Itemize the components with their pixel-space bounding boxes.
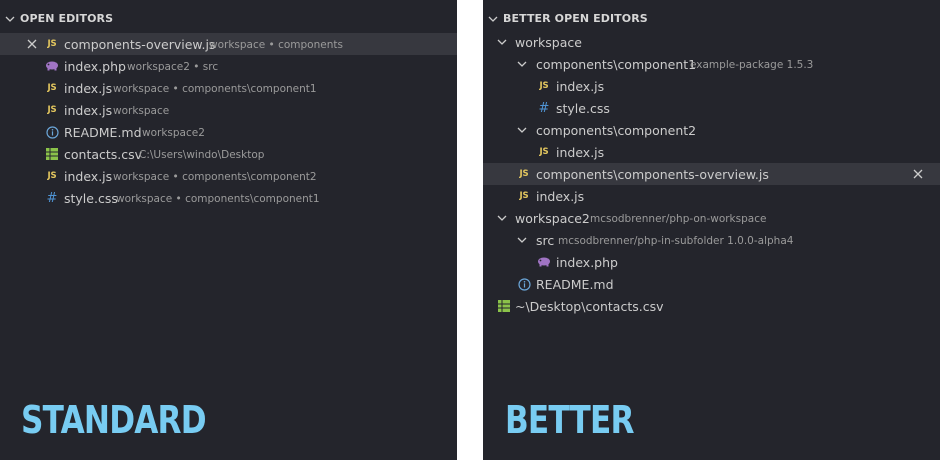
tree-item-label: components\component1	[536, 57, 697, 72]
open-editor-item[interactable]: # style.css workspace • components\compo…	[0, 187, 457, 209]
editor-name: components-overview.js	[64, 37, 216, 52]
tree-file[interactable]: JS index.js	[483, 75, 940, 97]
tree-folder-src[interactable]: src mcsodbrenner/php-in-subfolder 1.0.0-…	[483, 229, 940, 251]
chevron-down-icon[interactable]	[494, 31, 510, 53]
editor-description: C:\Users\windo\Desktop	[139, 149, 265, 161]
php-icon	[44, 55, 60, 77]
tree-folder-component1[interactable]: components\component1 example-package 1.…	[483, 53, 940, 75]
chevron-down-icon[interactable]	[2, 10, 18, 30]
tree-file[interactable]: JS index.js	[483, 141, 940, 163]
tree-item-description: mcsodbrenner/php-in-subfolder 1.0.0-alph…	[558, 235, 794, 247]
tree-item-label: index.js	[556, 145, 605, 160]
editor-name: index.js	[64, 169, 113, 184]
editor-description: workspace2 • src	[127, 61, 219, 73]
editor-name: index.js	[64, 103, 113, 118]
info-icon	[516, 273, 532, 295]
tree-item-label: ~\Desktop\contacts.csv	[515, 299, 664, 314]
tree-item-label: index.js	[556, 79, 605, 94]
better-label: BETTER	[505, 398, 634, 442]
standard-open-editors-panel: OPEN EDITORS JS components-overview.js w…	[0, 0, 457, 460]
editor-description: workspace • components	[209, 39, 343, 51]
chevron-down-icon[interactable]	[485, 10, 501, 30]
js-icon: JS	[539, 147, 549, 157]
editor-name: README.md	[64, 125, 142, 140]
tree-file[interactable]: README.md	[483, 273, 940, 295]
php-icon	[536, 251, 552, 273]
tree-item-label: style.css	[556, 101, 610, 116]
tree-file[interactable]: index.php	[483, 251, 940, 273]
js-icon: JS	[539, 81, 549, 91]
tree-item-description: example-package 1.5.3	[690, 59, 814, 71]
editor-name: contacts.csv	[64, 147, 143, 162]
tree-folder-component2[interactable]: components\component2	[483, 119, 940, 141]
js-icon: JS	[519, 191, 529, 201]
tree-file[interactable]: ~\Desktop\contacts.csv	[483, 295, 940, 317]
js-icon: JS	[519, 169, 529, 179]
open-editor-item[interactable]: JS index.js workspace • components\compo…	[0, 77, 457, 99]
open-editor-item[interactable]: README.md workspace2	[0, 121, 457, 143]
open-editor-item[interactable]: index.php workspace2 • src	[0, 55, 457, 77]
standard-label: STANDARD	[21, 398, 207, 442]
chevron-down-icon[interactable]	[514, 119, 530, 141]
css-hash-icon: #	[46, 190, 58, 206]
tree-item-label: src	[536, 233, 555, 248]
section-title: OPEN EDITORS	[20, 12, 114, 25]
open-editor-item[interactable]: JS index.js workspace • components\compo…	[0, 165, 457, 187]
editor-name: index.js	[64, 81, 113, 96]
tree-item-label: index.js	[536, 189, 585, 204]
editor-name: index.php	[64, 59, 126, 74]
editor-name: style.css	[64, 191, 118, 206]
close-icon[interactable]	[910, 163, 926, 185]
tree-item-label: workspace2	[515, 211, 590, 226]
editor-description: workspace • components\component2	[113, 171, 317, 183]
section-title: BETTER OPEN EDITORS	[503, 12, 648, 25]
tree-item-label: workspace	[515, 35, 582, 50]
tree-item-description: mcsodbrenner/php-on-workspace	[590, 213, 767, 225]
tree-file[interactable]: JS index.js	[483, 185, 940, 207]
tree-file[interactable]: # style.css	[483, 97, 940, 119]
chevron-down-icon[interactable]	[514, 229, 530, 251]
open-editor-item[interactable]: JS components-overview.js workspace • co…	[0, 33, 457, 55]
js-icon: JS	[47, 171, 57, 181]
css-hash-icon: #	[538, 100, 550, 116]
editor-description: workspace • components\component1	[116, 193, 320, 205]
tree-item-label: components\components-overview.js	[536, 167, 769, 182]
editor-description: workspace	[113, 105, 170, 117]
tree-item-label: README.md	[536, 277, 614, 292]
tree-file-selected[interactable]: JS components\components-overview.js	[483, 163, 940, 185]
tree-folder-workspace2[interactable]: workspace2 mcsodbrenner/php-on-workspace	[483, 207, 940, 229]
close-icon[interactable]	[24, 33, 40, 55]
chevron-down-icon[interactable]	[494, 207, 510, 229]
js-icon: JS	[47, 39, 57, 49]
csv-table-icon	[496, 295, 512, 317]
tree-folder-workspace[interactable]: workspace	[483, 31, 940, 53]
open-editor-item[interactable]: JS index.js workspace	[0, 99, 457, 121]
tree-item-label: components\component2	[536, 123, 697, 138]
editor-description: workspace • components\component1	[113, 83, 317, 95]
tree-item-label: index.php	[556, 255, 618, 270]
open-editor-item[interactable]: contacts.csv C:\Users\windo\Desktop	[0, 143, 457, 165]
editor-description: workspace2	[142, 127, 205, 139]
better-open-editors-panel: BETTER OPEN EDITORS workspace components…	[483, 0, 940, 460]
js-icon: JS	[47, 83, 57, 93]
better-open-editors-header[interactable]: BETTER OPEN EDITORS	[483, 10, 940, 30]
info-icon	[44, 121, 60, 143]
csv-table-icon	[44, 143, 60, 165]
open-editors-header[interactable]: OPEN EDITORS	[0, 10, 457, 30]
js-icon: JS	[47, 105, 57, 115]
chevron-down-icon[interactable]	[514, 53, 530, 75]
